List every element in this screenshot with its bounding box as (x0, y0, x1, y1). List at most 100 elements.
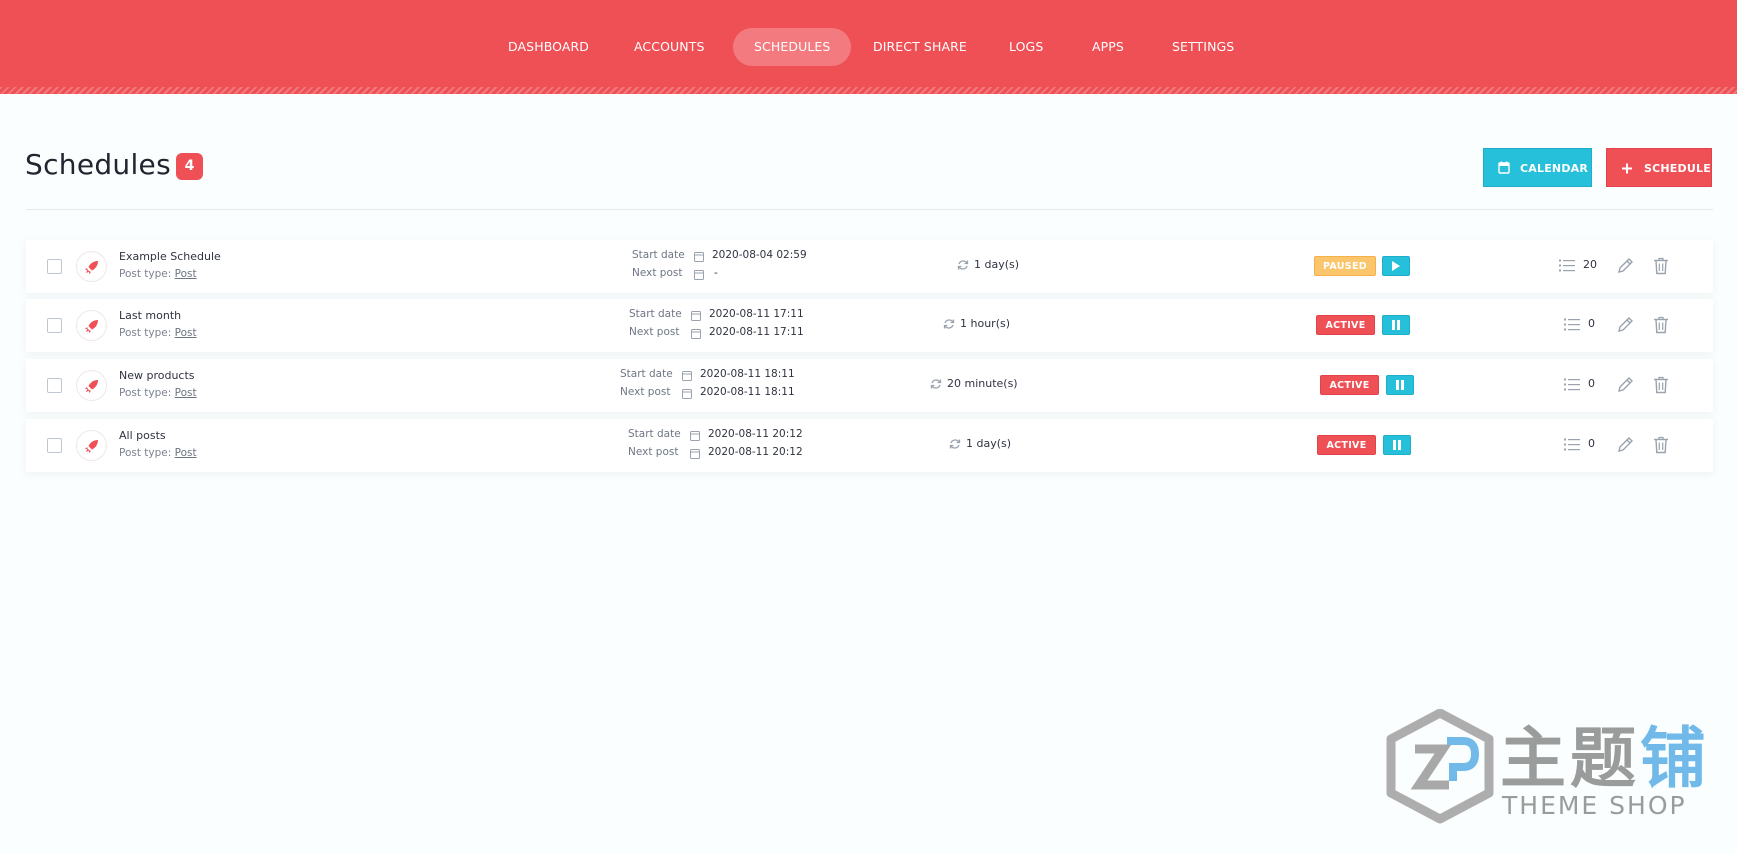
refresh-icon (957, 260, 969, 270)
nav-dashboard[interactable]: DASHBOARD (487, 28, 610, 66)
schedule-name: Last month (119, 309, 182, 322)
start-date-label: Start date (632, 249, 685, 261)
schedule-row: New products Post type: Post Start date … (26, 359, 1713, 412)
nav-settings[interactable]: SETTINGS (1151, 28, 1255, 66)
calendar-icon (691, 329, 701, 339)
trash-icon[interactable] (1653, 257, 1669, 275)
nav-accounts[interactable]: ACCOUNTS (613, 28, 726, 66)
nav-apps[interactable]: APPS (1071, 28, 1145, 66)
next-post-value: 2020-08-11 20:12 (708, 446, 803, 458)
schedule-name: New products (119, 369, 195, 382)
pause-button[interactable] (1386, 375, 1414, 395)
watermark-chinese-text: 主题铺 (1500, 720, 1710, 797)
row-checkbox[interactable] (47, 438, 62, 453)
pencil-icon[interactable] (1616, 376, 1634, 394)
interval-value: 1 day(s) (966, 437, 1012, 450)
next-post-value: 2020-08-11 17:11 (709, 326, 804, 338)
post-type: Post type: Post (119, 447, 197, 459)
row-checkbox[interactable] (47, 378, 62, 393)
trash-icon[interactable] (1653, 436, 1669, 454)
start-date-value: 2020-08-11 18:11 (700, 368, 795, 380)
calendar-icon (694, 270, 704, 280)
interval-value: 1 day(s) (974, 258, 1020, 271)
nav-direct-share[interactable]: DIRECT SHARE (852, 28, 988, 66)
title-divider (26, 209, 1713, 210)
pause-icon (1392, 320, 1400, 330)
main-nav: DASHBOARD ACCOUNTS SCHEDULES DIRECT SHAR… (0, 28, 1737, 66)
schedule-name: Example Schedule (119, 250, 221, 263)
rocket-icon (76, 370, 107, 401)
refresh-icon (949, 439, 961, 449)
calendar-icon (690, 449, 700, 459)
rocket-icon (76, 310, 107, 341)
trash-icon[interactable] (1653, 316, 1669, 334)
pause-icon (1396, 380, 1404, 390)
post-type-link[interactable]: Post (175, 447, 197, 459)
posts-count-value: 0 (1588, 377, 1595, 390)
calendar-icon (682, 371, 692, 381)
interval-value: 20 minute(s) (947, 377, 1018, 390)
start-date-value: 2020-08-04 02:59 (712, 249, 807, 261)
start-date-label: Start date (629, 308, 682, 320)
watermark: 主题铺 THEME SHOP (1385, 705, 1715, 835)
list-icon (1559, 259, 1575, 272)
posts-count-value: 0 (1588, 317, 1595, 330)
plus-icon (1622, 163, 1632, 174)
rocket-icon (76, 430, 107, 461)
refresh-icon (943, 319, 955, 329)
status-badge: PAUSED (1314, 256, 1376, 276)
pause-button[interactable] (1383, 435, 1411, 455)
watermark-logo-icon (1386, 709, 1494, 824)
trash-icon[interactable] (1653, 376, 1669, 394)
play-icon (1392, 261, 1400, 271)
add-schedule-button[interactable]: SCHEDULE (1606, 148, 1712, 187)
next-post-value: 2020-08-11 18:11 (700, 386, 795, 398)
nav-logs[interactable]: LOGS (988, 28, 1064, 66)
post-type-link[interactable]: Post (175, 387, 197, 399)
pencil-icon[interactable] (1616, 257, 1634, 275)
status-badge: ACTIVE (1320, 375, 1379, 395)
calendar-icon (691, 311, 701, 321)
calendar-button-label: CALENDAR (1520, 162, 1589, 175)
schedule-count-badge: 4 (176, 153, 203, 180)
page-title: Schedules (25, 148, 171, 181)
next-post-value: - (714, 267, 718, 279)
next-post-label: Next post (628, 446, 679, 458)
top-navigation-bar: DASHBOARD ACCOUNTS SCHEDULES DIRECT SHAR… (0, 0, 1737, 94)
list-icon (1564, 378, 1580, 391)
post-type-link[interactable]: Post (175, 268, 197, 280)
schedule-name: All posts (119, 429, 166, 442)
post-type: Post type: Post (119, 268, 197, 280)
post-type-link[interactable]: Post (175, 327, 197, 339)
start-date-label: Start date (628, 428, 681, 440)
pencil-icon[interactable] (1616, 316, 1634, 334)
start-date-value: 2020-08-11 17:11 (709, 308, 804, 320)
pause-button[interactable] (1382, 315, 1410, 335)
calendar-icon (694, 252, 704, 262)
header-stripe (0, 87, 1737, 94)
calendar-icon (682, 389, 692, 399)
schedule-row: All posts Post type: Post Start date 202… (26, 419, 1713, 472)
nav-schedules[interactable]: SCHEDULES (733, 28, 852, 66)
pause-icon (1393, 440, 1401, 450)
refresh-icon (930, 379, 942, 389)
pencil-icon[interactable] (1616, 436, 1634, 454)
status-badge: ACTIVE (1316, 315, 1375, 335)
row-checkbox[interactable] (47, 318, 62, 333)
schedule-button-label: SCHEDULE (1644, 162, 1711, 175)
interval-value: 1 hour(s) (960, 317, 1011, 330)
calendar-button[interactable]: CALENDAR (1483, 148, 1592, 187)
rocket-icon (76, 251, 107, 282)
start-date-value: 2020-08-11 20:12 (708, 428, 803, 440)
posts-count-value: 20 (1583, 258, 1597, 271)
calendar-icon (690, 431, 700, 441)
row-checkbox[interactable] (47, 259, 62, 274)
watermark-english-text: THEME SHOP (1502, 791, 1687, 820)
calendar-icon (1498, 161, 1510, 174)
next-post-label: Next post (629, 326, 680, 338)
next-post-label: Next post (632, 267, 683, 279)
list-icon (1564, 318, 1580, 331)
resume-button[interactable] (1382, 256, 1410, 276)
posts-count-value: 0 (1588, 437, 1595, 450)
next-post-label: Next post (620, 386, 671, 398)
